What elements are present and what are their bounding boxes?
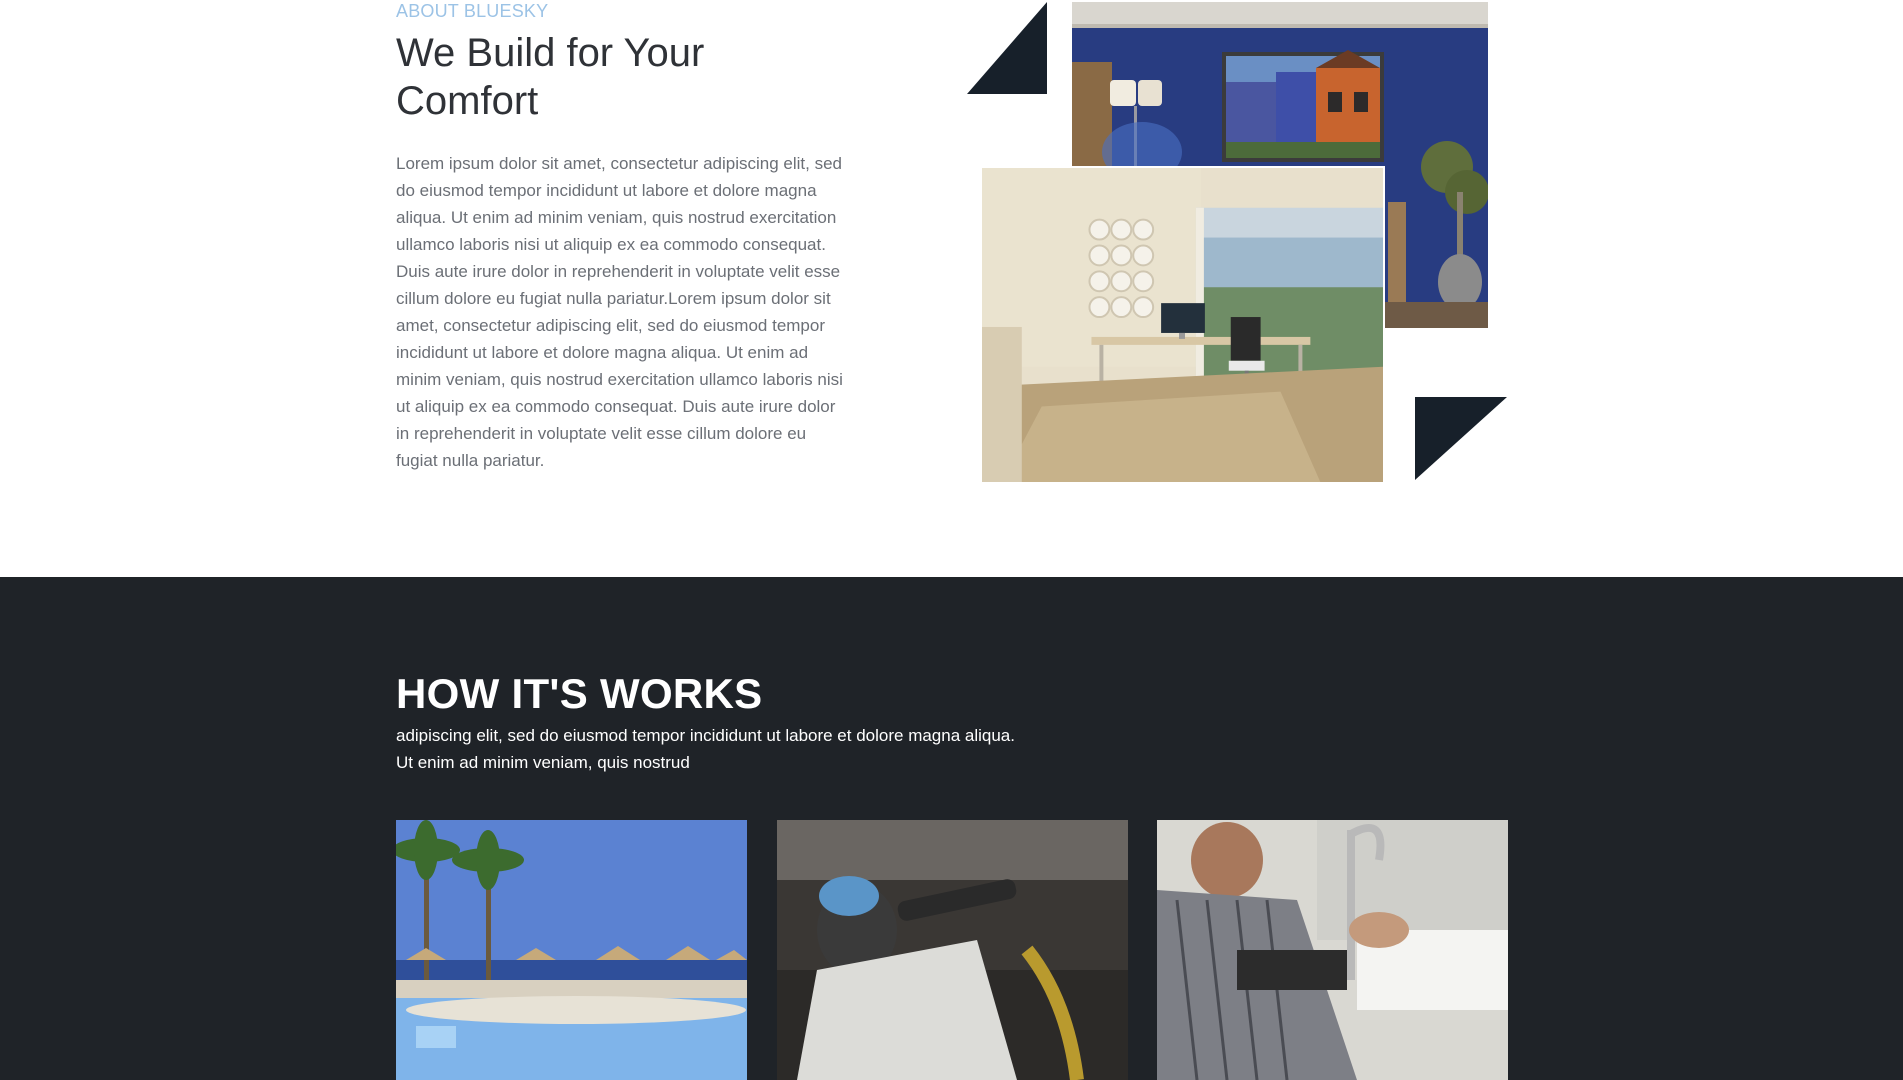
how-it-works-section: HOW IT'S WORKS adipiscing elit, sed do e… [0,577,1903,1080]
about-title: We Build for Your Comfort [396,31,705,123]
service-card-plumber-image[interactable] [1157,820,1508,1080]
about-section: ABOUT BLUESKY We Build for Your Comfort … [0,0,1903,577]
decorative-triangle-top [967,2,1047,94]
about-eyebrow: ABOUT BLUESKY [396,1,549,21]
interior-photo-office [982,166,1385,482]
how-it-works-subtitle: adipiscing elit, sed do eiusmod tempor i… [396,722,1096,776]
service-card-resort-image[interactable] [396,820,747,1080]
how-it-works-title: HOW IT'S WORKS [396,670,763,717]
how-it-works-subtitle-line-2: Ut enim ad minim veniam, quis nostrud [396,753,690,772]
service-card-worker-image[interactable] [777,820,1128,1080]
about-body-text: Lorem ipsum dolor sit amet, consectetur … [396,154,843,470]
how-it-works-subtitle-line-1: adipiscing elit, sed do eiusmod tempor i… [396,726,1015,745]
decorative-triangle-bottom [1415,397,1507,480]
